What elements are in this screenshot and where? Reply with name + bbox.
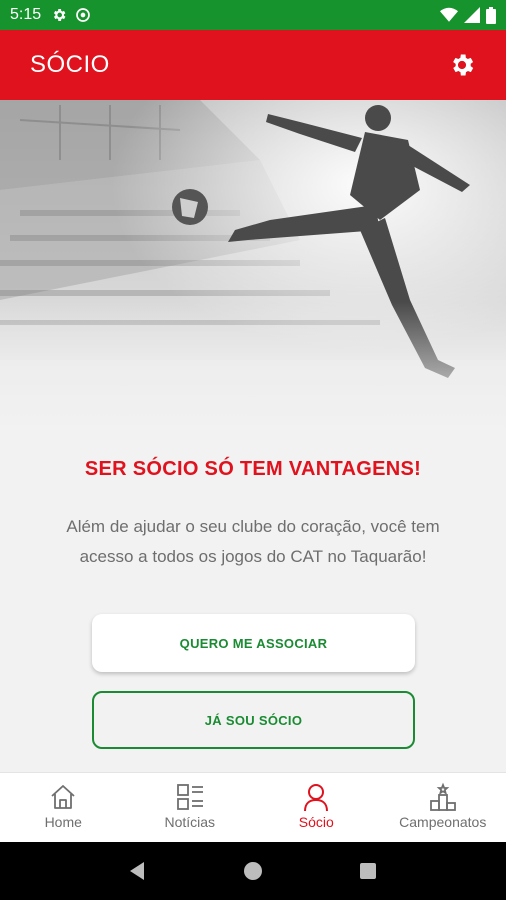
nav-label-championships: Campeonatos bbox=[399, 814, 487, 830]
podium-icon bbox=[429, 782, 456, 811]
gear-icon bbox=[453, 54, 474, 76]
sync-status-icon bbox=[76, 8, 90, 22]
recents-icon[interactable] bbox=[357, 860, 379, 882]
status-bar: 5:15 bbox=[0, 0, 506, 30]
already-member-button[interactable]: JÁ SOU SÓCIO bbox=[92, 691, 415, 749]
soccer-player-illustration bbox=[0, 100, 506, 436]
back-icon[interactable] bbox=[127, 860, 149, 882]
join-button[interactable]: QUERO ME ASSOCIAR bbox=[92, 614, 415, 672]
app-bar: SÓCIO bbox=[0, 30, 506, 100]
nav-item-home[interactable]: Home bbox=[0, 773, 127, 842]
nav-item-socio[interactable]: Sócio bbox=[253, 773, 380, 842]
status-time: 5:15 bbox=[10, 6, 42, 23]
nav-label-home: Home bbox=[44, 814, 82, 830]
news-icon bbox=[176, 784, 203, 810]
home-icon bbox=[51, 785, 75, 809]
person-icon bbox=[304, 784, 329, 812]
hero-image bbox=[0, 100, 506, 436]
nav-item-news[interactable]: Notícias bbox=[127, 773, 254, 842]
settings-status-icon bbox=[54, 9, 66, 21]
main-content: SER SÓCIO SÓ TEM VANTAGENS! Além de ajud… bbox=[0, 436, 506, 772]
wifi-icon bbox=[440, 7, 458, 22]
nav-label-news: Notícias bbox=[164, 814, 216, 830]
page-title: SÓCIO bbox=[30, 51, 110, 78]
signal-icon bbox=[464, 7, 480, 23]
bottom-nav: Home Notícias Sócio Campeonatos bbox=[0, 772, 506, 842]
settings-button[interactable] bbox=[446, 49, 478, 81]
headline: SER SÓCIO SÓ TEM VANTAGENS! bbox=[84, 458, 422, 480]
description: Além de ajudar o seu clube do coração, v… bbox=[66, 517, 440, 566]
system-navigation-bar bbox=[0, 842, 506, 900]
battery-icon bbox=[486, 6, 496, 24]
nav-item-championships[interactable]: Campeonatos bbox=[380, 773, 506, 842]
nav-label-socio: Sócio bbox=[298, 814, 334, 830]
home-circle-icon[interactable] bbox=[242, 860, 264, 882]
